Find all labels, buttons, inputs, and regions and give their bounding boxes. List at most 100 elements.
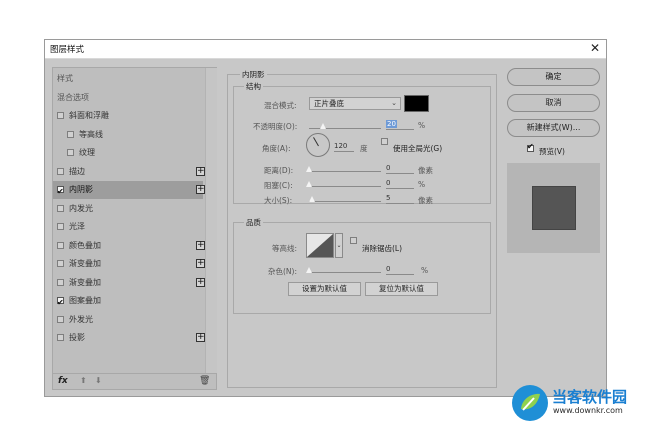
opacity-input[interactable]: 20 xyxy=(386,119,414,130)
choke-unit: % xyxy=(418,180,426,189)
style-checkbox[interactable] xyxy=(57,167,64,175)
reset-default-button[interactable]: 复位为默认值 xyxy=(365,282,438,296)
style-list-label: 纹理 xyxy=(79,148,95,157)
contour-dropdown-icon[interactable]: ⌄ xyxy=(335,233,343,258)
distance-slider-thumb[interactable] xyxy=(306,166,312,172)
style-list-scrollbar[interactable] xyxy=(205,68,217,373)
contour-label: 等高线: xyxy=(272,244,298,253)
blend-mode-select[interactable]: 正片叠底 ⌄ xyxy=(309,97,401,110)
style-list-label: 投影 xyxy=(69,333,85,342)
contour-curve-icon xyxy=(307,234,333,257)
style-list-item[interactable]: 渐变叠加 + xyxy=(53,255,205,273)
noise-slider-track[interactable] xyxy=(309,272,381,273)
add-effect-plus-icon[interactable]: + xyxy=(196,240,205,250)
arrow-down-icon[interactable]: ⬇ xyxy=(95,376,102,385)
opacity-slider-thumb[interactable] xyxy=(319,123,326,129)
preview-checkbox[interactable] xyxy=(527,142,534,152)
size-slider-thumb[interactable] xyxy=(309,196,315,202)
style-checkbox[interactable] xyxy=(57,204,64,212)
distance-input[interactable]: 0 xyxy=(386,163,414,174)
size-slider-track[interactable] xyxy=(309,201,381,202)
style-list-label: 斜面和浮雕 xyxy=(69,111,109,120)
angle-label: 角度(A): xyxy=(262,144,291,153)
style-checkbox[interactable] xyxy=(57,334,64,341)
shadow-color-swatch[interactable] xyxy=(404,95,429,112)
preview-label: 预览(V) xyxy=(539,147,565,156)
style-list-item[interactable]: 混合选项 xyxy=(53,89,203,107)
choke-slider-track[interactable] xyxy=(309,186,381,187)
title-bar: 图层样式 ✕ xyxy=(45,40,606,59)
style-list-item[interactable]: 内阴影 + xyxy=(53,181,205,201)
trash-icon[interactable]: 🗑 xyxy=(199,376,210,386)
add-effect-plus-icon[interactable]: + xyxy=(196,259,205,268)
structure-group: 结构 混合模式: 正片叠底 ⌄ 不透明度(O): 20 % 角度(A): 120… xyxy=(233,81,491,205)
style-checkbox[interactable] xyxy=(57,223,64,230)
contour-preview[interactable] xyxy=(306,233,334,258)
ok-button[interactable]: 确定 xyxy=(507,68,600,86)
style-list-label: 渐变叠加 xyxy=(69,277,101,287)
add-effect-plus-icon[interactable]: + xyxy=(196,333,205,342)
global-light-checkbox[interactable] xyxy=(381,138,388,145)
style-list-item[interactable]: 纹理 xyxy=(53,144,203,162)
noise-label: 杂色(N): xyxy=(268,267,297,276)
quality-group: 品质 等高线: ⌄ 消除锯齿(L) 杂色(N): 0 % xyxy=(233,217,491,314)
chevron-down-icon: ⌄ xyxy=(391,99,397,107)
style-list-item[interactable]: 光泽 xyxy=(53,218,203,236)
noise-slider-thumb[interactable] xyxy=(306,267,312,273)
style-list-label: 外发光 xyxy=(69,314,93,324)
layer-style-dialog: 图层样式 ✕ 样式混合选项斜面和浮雕等高线纹理描边 + 内阴影 + 内发光光泽颜色叠加 +… xyxy=(44,39,607,397)
make-default-button[interactable]: 设置为默认值 xyxy=(288,282,361,296)
noise-input[interactable]: 0 xyxy=(386,264,414,275)
style-list-item[interactable]: 描边 + xyxy=(53,163,205,181)
style-list-label: 描边 xyxy=(69,166,85,176)
style-list-item[interactable]: 等高线 xyxy=(53,126,203,144)
style-list-item[interactable]: 斜面和浮雕 xyxy=(53,107,203,125)
style-list-label: 等高线 xyxy=(79,129,103,139)
style-list-label: 内阴影 xyxy=(69,185,93,194)
blend-mode-value: 正片叠底 xyxy=(314,99,344,108)
watermark-url: www.downkr.com xyxy=(553,406,623,415)
close-icon[interactable]: ✕ xyxy=(590,41,600,55)
style-list-label: 渐变叠加 xyxy=(69,259,101,268)
style-list-label: 颜色叠加 xyxy=(69,240,101,250)
style-list-label: 内发光 xyxy=(69,203,93,213)
antialias-checkbox[interactable] xyxy=(350,237,357,244)
inner-shadow-group: 内阴影 结构 混合模式: 正片叠底 ⌄ 不透明度(O): 20 % 角度(A):… xyxy=(227,69,497,388)
style-checkbox[interactable] xyxy=(57,315,64,323)
add-effect-plus-icon[interactable]: + xyxy=(196,277,205,287)
choke-input[interactable]: 0 xyxy=(386,178,414,189)
angle-dial[interactable] xyxy=(306,133,330,157)
angle-input[interactable]: 120 xyxy=(334,141,354,152)
style-checkbox[interactable] xyxy=(57,183,64,201)
style-checkbox[interactable] xyxy=(57,112,64,119)
add-effect-plus-icon[interactable]: + xyxy=(196,166,205,176)
style-list-item[interactable]: 样式 xyxy=(53,70,203,88)
global-light-label: 使用全局光(G) xyxy=(393,144,443,153)
choke-slider-thumb[interactable] xyxy=(306,181,312,187)
style-list-item[interactable]: 图案叠加 xyxy=(53,292,203,312)
quality-title: 品质 xyxy=(244,217,263,228)
distance-unit: 像素 xyxy=(418,166,433,175)
fx-button[interactable]: fx xyxy=(58,376,68,386)
add-effect-plus-icon[interactable]: + xyxy=(196,185,205,194)
new-style-button[interactable]: 新建样式(W)... xyxy=(507,119,600,137)
style-list-panel: 样式混合选项斜面和浮雕等高线纹理描边+内阴影+内发光光泽颜色叠加+渐变叠加+渐变… xyxy=(52,67,217,390)
style-checkbox[interactable] xyxy=(67,130,74,138)
style-checkbox[interactable] xyxy=(57,294,64,312)
style-list-item[interactable]: 内发光 xyxy=(53,200,203,218)
style-list-label: 光泽 xyxy=(69,222,85,231)
style-checkbox[interactable] xyxy=(67,149,74,156)
preview-thumbnail xyxy=(532,186,576,230)
style-checkbox[interactable] xyxy=(57,278,64,286)
style-checkbox[interactable] xyxy=(57,241,64,249)
style-checkbox[interactable] xyxy=(57,260,64,267)
arrow-up-icon[interactable]: ⬆ xyxy=(80,376,87,385)
size-input[interactable]: 5 xyxy=(386,193,414,204)
size-label: 大小(S): xyxy=(264,196,293,205)
distance-slider-track[interactable] xyxy=(309,171,381,172)
style-list-item[interactable]: 外发光 xyxy=(53,311,203,329)
style-list-item[interactable]: 渐变叠加 + xyxy=(53,274,205,292)
style-list-item[interactable]: 投影 + xyxy=(53,329,205,347)
cancel-button[interactable]: 取消 xyxy=(507,94,600,112)
style-list-item[interactable]: 颜色叠加 + xyxy=(53,237,205,255)
